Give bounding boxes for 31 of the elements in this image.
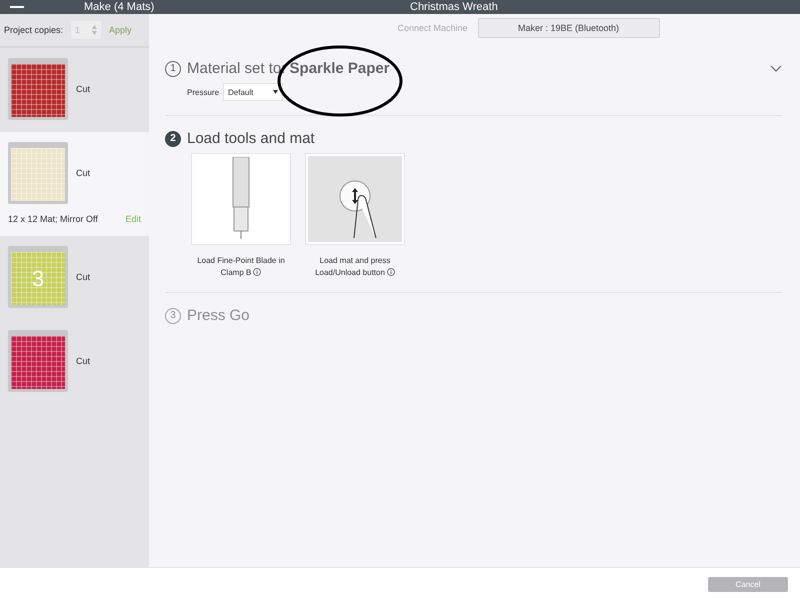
- connect-label: Connect Machine: [397, 23, 468, 33]
- step-title: Press Go: [187, 307, 250, 324]
- step-number: 1: [165, 60, 181, 76]
- card-caption: Load Fine-Point Blade in Clamp B: [196, 255, 286, 278]
- pressure-label: Pressure: [187, 88, 220, 96]
- machine-button[interactable]: Maker : 19BE (Bluetooth): [478, 18, 660, 38]
- mat-action: Cut: [76, 168, 90, 178]
- step-title: Load tools and mat: [187, 130, 315, 147]
- card-caption: Load mat and press Load/Unload button: [305, 255, 405, 278]
- page-title: Make (4 Mats): [84, 1, 154, 13]
- mat-thumbnail: [8, 330, 68, 392]
- step-number: 3: [165, 308, 181, 324]
- mat-details: 12 x 12 Mat; Mirror Off: [8, 214, 98, 224]
- mat-item[interactable]: Cut: [0, 48, 149, 132]
- info-icon[interactable]: [386, 268, 395, 276]
- mat-item[interactable]: Cut 12 x 12 Mat; Mirror Off Edit: [0, 132, 149, 236]
- mat-action: Cut: [76, 356, 90, 366]
- mat-thumbnail: [8, 58, 68, 120]
- pressure-dropdown[interactable]: Default: [223, 83, 284, 101]
- mat-action: Cut: [76, 272, 90, 282]
- project-title: Christmas Wreath: [410, 1, 498, 13]
- design-text: 3: [32, 266, 44, 292]
- mat-thumbnail: [8, 142, 68, 204]
- info-icon[interactable]: [253, 268, 262, 276]
- mat-action: Cut: [76, 84, 90, 94]
- copies-label: Project copies:: [4, 25, 64, 35]
- chevron-icon[interactable]: [770, 64, 782, 72]
- mat-item[interactable]: Cut: [0, 320, 149, 404]
- mat-item[interactable]: 3 Cut: [0, 236, 149, 320]
- caret-icon: [273, 90, 278, 94]
- step-number: 2: [165, 130, 181, 146]
